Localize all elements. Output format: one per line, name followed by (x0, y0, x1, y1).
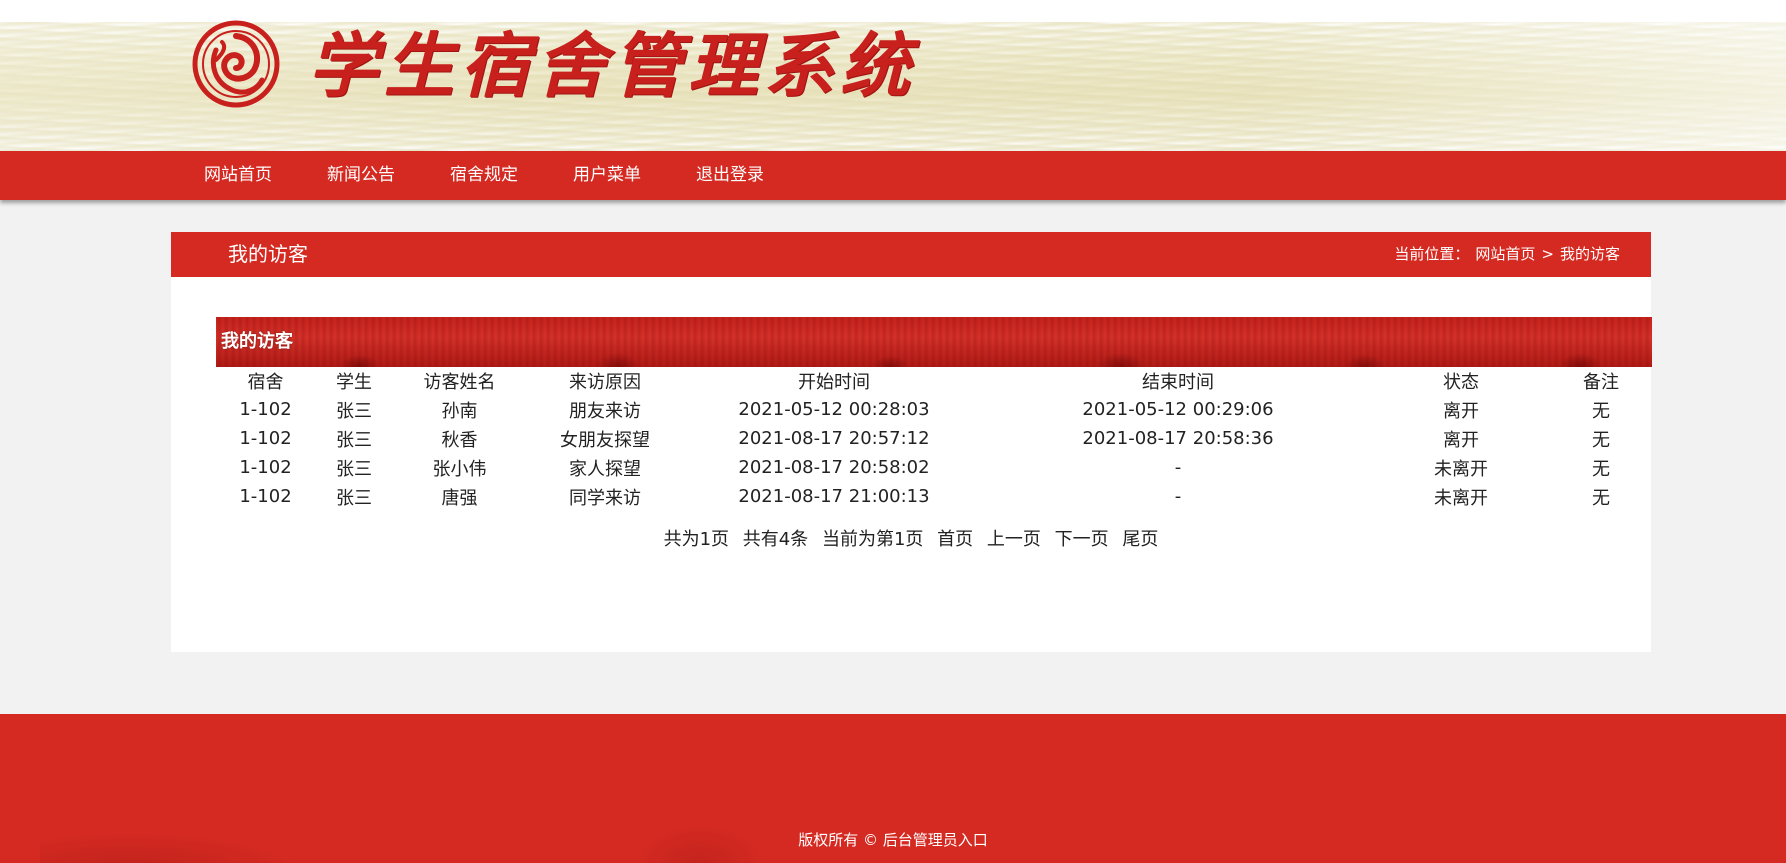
nav-item-home[interactable]: 网站首页 (204, 151, 272, 200)
cell-student: 张三 (336, 429, 372, 451)
cell-dorm: 1-102 (239, 457, 292, 478)
cell-dorm: 1-102 (239, 486, 292, 507)
cell-reason: 女朋友探望 (560, 429, 650, 451)
breadcrumb-current: 我的访客 (1559, 245, 1620, 263)
footer: 版权所有 © 后台管理员入口 (0, 714, 1786, 863)
breadcrumb-home-link[interactable]: 网站首页 (1475, 245, 1535, 263)
pager-total-items: 共有4条 (742, 529, 809, 550)
cell-status: 离开 (1443, 400, 1479, 422)
pager-last-link[interactable]: 尾页 (1122, 529, 1158, 550)
cell-dorm: 1-102 (239, 399, 292, 420)
cell-status: 离开 (1443, 429, 1479, 451)
site-title: 学生宿舍管理系统 (308, 24, 916, 107)
cell-remark: 无 (1592, 400, 1610, 422)
cell-student: 张三 (336, 400, 372, 422)
panel-header: 我的访客 当前位置： 网站首页 > 我的访客 (171, 232, 1651, 277)
nav-item-dorm-rules[interactable]: 宿舍规定 (450, 151, 518, 200)
cell-student: 张三 (336, 458, 372, 480)
column-header-status: 状态 (1443, 372, 1479, 393)
cell-remark: 无 (1592, 458, 1610, 480)
cell-reason: 朋友来访 (569, 400, 641, 422)
cell-remark: 无 (1592, 487, 1610, 509)
copyright-text: 版权所有 © (798, 831, 878, 849)
main-nav-bar: 网站首页 新闻公告 宿舍规定 用户菜单 退出登录 (0, 151, 1786, 200)
cell-status: 未离开 (1434, 458, 1488, 480)
pager-first-link[interactable]: 首页 (937, 529, 973, 550)
table-row: 1-102 张三 张小伟 家人探望 2021-08-17 20:58:02 - … (216, 453, 1652, 482)
visitor-list-header: 我的访客 (216, 317, 1652, 367)
cell-visitor-name: 张小伟 (432, 458, 487, 480)
column-header-start-time: 开始时间 (798, 372, 870, 393)
cell-end-time: - (1174, 457, 1182, 478)
cell-student: 张三 (336, 487, 372, 509)
visitor-table: 宿舍 学生 访客姓名 来访原因 开始时间 结束时间 状态 备注 1-102 张三… (216, 367, 1652, 511)
column-header-reason: 来访原因 (569, 372, 641, 393)
cell-status: 未离开 (1434, 487, 1488, 509)
nav-item-user-menu[interactable]: 用户菜单 (573, 151, 641, 200)
column-header-remark: 备注 (1583, 372, 1619, 393)
cell-dorm: 1-102 (239, 428, 292, 449)
column-header-student: 学生 (336, 372, 372, 393)
pager-current-page: 当前为第1页 (821, 529, 924, 550)
breadcrumb-separator: > (1541, 245, 1554, 263)
cell-remark: 无 (1592, 429, 1610, 451)
column-header-end-time: 结束时间 (1142, 372, 1214, 393)
pager-prev-link[interactable]: 上一页 (987, 529, 1041, 550)
cell-visitor-name: 唐强 (441, 487, 478, 509)
cell-start-time: 2021-05-12 00:28:03 (738, 399, 930, 420)
cell-visitor-name: 秋香 (441, 429, 478, 451)
cell-start-time: 2021-08-17 21:00:13 (738, 486, 930, 507)
pager-next-link[interactable]: 下一页 (1055, 529, 1109, 550)
content-panel: 我的访客 当前位置： 网站首页 > 我的访客 我的访客 宿舍 学生 访客姓名 来访原因… (171, 232, 1652, 652)
footer-copyright: 版权所有 © 后台管理员入口 (0, 829, 1786, 850)
cell-reason: 家人探望 (569, 458, 641, 480)
nav-item-news[interactable]: 新闻公告 (327, 151, 395, 200)
header-banner: 学生宿舍管理系统 (0, 0, 1786, 151)
cell-end-time: 2021-05-12 00:29:06 (1082, 399, 1274, 420)
pager-total-pages: 共为1页 (663, 529, 730, 550)
nav-item-logout[interactable]: 退出登录 (696, 151, 764, 200)
visitor-list-title: 我的访客 (221, 331, 293, 352)
cell-start-time: 2021-08-17 20:58:02 (738, 457, 930, 478)
cell-end-time: 2021-08-17 20:58:36 (1082, 428, 1274, 449)
main-nav-list: 网站首页 新闻公告 宿舍规定 用户菜单 退出登录 (204, 151, 819, 200)
table-row: 1-102 张三 秋香 女朋友探望 2021-08-17 20:57:12 20… (216, 424, 1652, 453)
breadcrumb-prefix: 当前位置： (1394, 245, 1470, 263)
cell-start-time: 2021-08-17 20:57:12 (738, 428, 930, 449)
cell-visitor-name: 孙南 (441, 400, 478, 422)
table-header-row: 宿舍 学生 访客姓名 来访原因 开始时间 结束时间 状态 备注 (216, 367, 1652, 395)
admin-login-link[interactable]: 后台管理员入口 (883, 831, 988, 849)
breadcrumb: 当前位置： 网站首页 > 我的访客 (1394, 232, 1626, 277)
circular-seal-logo-icon (192, 20, 280, 108)
table-row: 1-102 张三 唐强 同学来访 2021-08-17 21:00:13 - 未… (216, 482, 1652, 511)
table-row: 1-102 张三 孙南 朋友来访 2021-05-12 00:28:03 202… (216, 395, 1652, 424)
cell-reason: 同学来访 (569, 487, 641, 509)
pagination: 共为1页 共有4条 当前为第1页 首页 上一页 下一页 尾页 (171, 525, 1651, 551)
column-header-visitor-name: 访客姓名 (423, 372, 496, 393)
column-header-dorm: 宿舍 (247, 372, 284, 393)
panel-title: 我的访客 (228, 242, 308, 266)
cell-end-time: - (1174, 486, 1182, 507)
